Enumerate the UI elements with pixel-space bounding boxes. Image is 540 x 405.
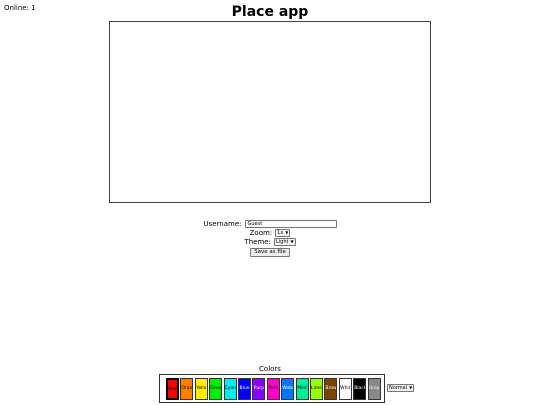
place-canvas[interactable] <box>109 21 431 203</box>
color-swatch-white[interactable]: Whit <box>338 378 352 400</box>
color-swatch-water[interactable]: Wate <box>281 378 295 400</box>
color-palette: Red Oran Yello Gree Cyan Blue Purp Pink Wate Mint… <box>159 374 385 403</box>
controls-panel: Username: Guest Zoom: 1x ▼ Theme: Light ▼ Sav… <box>0 220 540 257</box>
color-swatch-red[interactable]: Red <box>166 378 179 400</box>
username-input[interactable]: Guest <box>244 220 337 228</box>
save-as-file-button[interactable]: Save as file <box>250 248 290 257</box>
save-row: Save as file <box>0 247 540 257</box>
color-swatch-blue[interactable]: Blue <box>238 378 251 400</box>
color-swatch-mint[interactable]: Mint <box>295 378 309 400</box>
color-swatch-orange[interactable]: Oran <box>180 378 194 400</box>
color-swatch-black[interactable]: Black <box>353 378 367 400</box>
color-swatch-gray[interactable]: Gray <box>367 378 381 400</box>
color-swatch-cyan[interactable]: Cyan <box>223 378 237 400</box>
color-swatch-green[interactable]: Gree <box>209 378 223 400</box>
zoom-select[interactable]: 1x ▼ <box>275 229 291 237</box>
zoom-row: Zoom: 1x ▼ <box>0 229 540 238</box>
theme-row: Theme: Light ▼ <box>0 238 540 247</box>
color-swatch-pink[interactable]: Pink <box>266 378 280 400</box>
color-swatch-lime[interactable]: Lime <box>310 378 323 400</box>
colors-heading: Colors <box>259 365 281 373</box>
color-swatch-purple[interactable]: Purp <box>252 378 266 400</box>
zoom-label: Zoom: <box>249 229 273 237</box>
chevron-down-icon: ▼ <box>285 230 289 235</box>
username-label: Username: <box>203 220 242 228</box>
theme-select-value: Light <box>275 239 289 245</box>
mode-select[interactable]: Normal ▼ <box>387 384 415 392</box>
page-title: Place app <box>231 4 309 20</box>
mode-select-value: Normal <box>389 385 408 391</box>
chevron-down-icon: ▼ <box>290 239 294 244</box>
color-swatch-yellow[interactable]: Yello <box>194 378 208 400</box>
zoom-select-value: 1x <box>277 230 284 236</box>
theme-label: Theme: <box>244 238 271 246</box>
username-row: Username: Guest <box>0 220 540 229</box>
chevron-down-icon: ▼ <box>409 385 413 390</box>
theme-select[interactable]: Light ▼ <box>273 238 296 246</box>
color-swatch-brown[interactable]: Brow <box>324 378 338 400</box>
